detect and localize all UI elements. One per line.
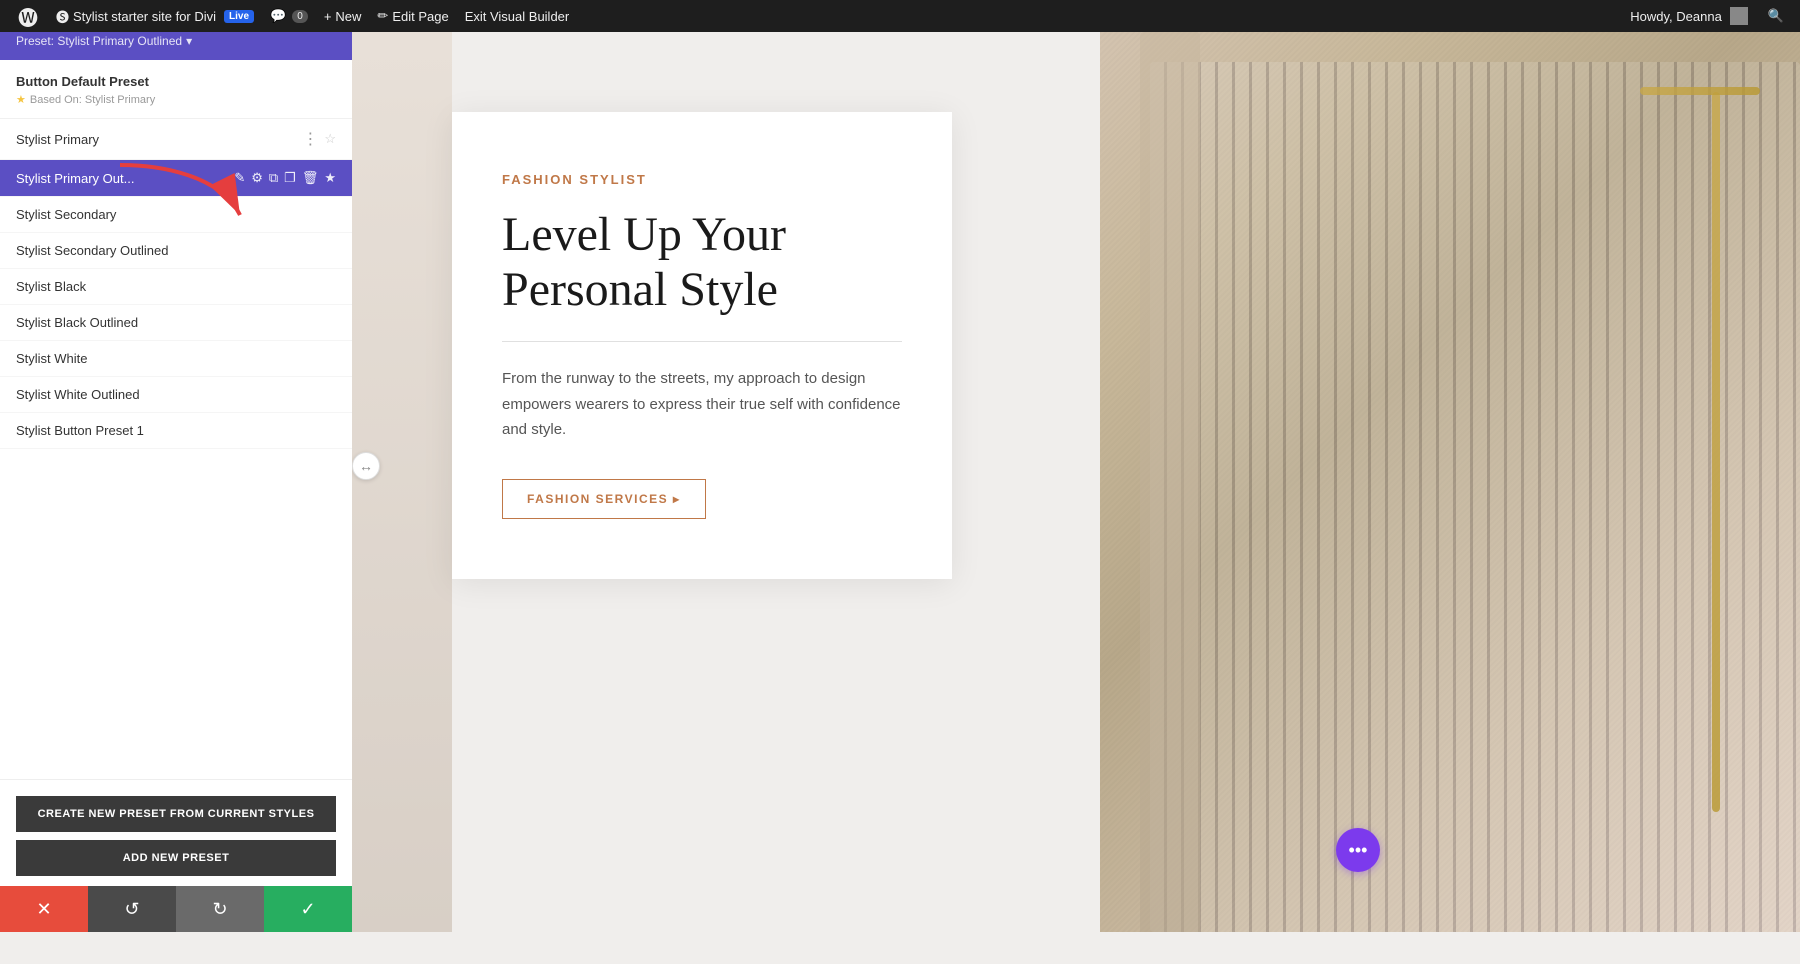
edit-icon[interactable]: ✎: [234, 170, 245, 186]
user-name: Howdy, Deanna: [1630, 9, 1722, 24]
comment-count: 0: [292, 10, 308, 23]
wp-admin-bar: 🅦 🅢 Stylist starter site for Divi Live 💬…: [0, 0, 1800, 32]
floating-action-button[interactable]: •••: [1336, 828, 1380, 872]
plus-icon: +: [324, 9, 332, 24]
dropdown-arrow-icon: ▾: [186, 34, 192, 48]
save-button[interactable]: ✓: [264, 886, 352, 932]
hero-tag: FASHION STYLIST: [502, 172, 902, 187]
hero-title: Level Up Your Personal Style: [502, 207, 902, 317]
bg-image-left: [352, 32, 452, 932]
based-on-label: Based On: Stylist Primary: [30, 94, 155, 106]
default-preset-title: Button Default Preset: [16, 74, 336, 89]
preset-name: Preset: Stylist Primary Outlined: [16, 34, 182, 48]
hero-section: FASHION STYLIST Level Up Your Personal S…: [352, 32, 1800, 932]
preset-item-stylist-secondary-outlined[interactable]: Stylist Secondary Outlined: [0, 233, 352, 269]
wp-bar-right: Howdy, Deanna 🔍: [1622, 0, 1792, 32]
undo-icon: ↺: [124, 899, 139, 920]
star-icon: ★: [16, 93, 26, 106]
copy-icon[interactable]: ❐: [284, 170, 296, 186]
preset-item-label: Stylist Button Preset 1: [16, 423, 336, 438]
preset-item-label: Stylist White: [16, 351, 336, 366]
more-options-icon[interactable]: ⋮: [302, 129, 318, 149]
preset-item-actions: ✎ ⚙ ⧉ ❐ 🗑 ★: [234, 170, 336, 186]
preset-item-label: Stylist Primary Out...: [16, 171, 234, 186]
preset-item-label: Stylist Secondary Outlined: [16, 243, 336, 258]
create-preset-button[interactable]: CREATE NEW PRESET FROM CURRENT STYLES: [16, 796, 336, 832]
wp-icon: 🅦: [18, 2, 38, 31]
default-preset-item[interactable]: Button Default Preset ★ Based On: Stylis…: [0, 60, 352, 119]
preset-item-label: Stylist Black Outlined: [16, 315, 336, 330]
hero-card: FASHION STYLIST Level Up Your Personal S…: [452, 112, 952, 579]
site-name: Stylist starter site for Divi: [73, 9, 216, 24]
exit-builder-label: Exit Visual Builder: [465, 9, 570, 24]
exit-builder-link[interactable]: Exit Visual Builder: [457, 0, 578, 32]
hero-background-image: [1100, 32, 1800, 932]
preset-item-stylist-black[interactable]: Stylist Black: [0, 269, 352, 305]
panel-subtitle[interactable]: Preset: Stylist Primary Outlined ▾: [16, 34, 336, 48]
site-name-link[interactable]: 🅢 Stylist starter site for Divi Live: [48, 0, 262, 32]
preset-item-stylist-white[interactable]: Stylist White: [0, 341, 352, 377]
edit-page-link[interactable]: ✏ Edit Page: [369, 0, 456, 32]
main-content: FASHION STYLIST Level Up Your Personal S…: [352, 32, 1800, 932]
default-preset-sub: ★ Based On: Stylist Primary: [16, 93, 336, 106]
save-icon: ✓: [300, 899, 315, 920]
preset-item-stylist-primary[interactable]: Stylist Primary ⋮ ☆: [0, 119, 352, 160]
preset-item-stylist-secondary[interactable]: Stylist Secondary: [0, 197, 352, 233]
duplicate-icon[interactable]: ⧉: [269, 170, 278, 186]
hero-divider: [502, 341, 902, 342]
hero-text: From the runway to the streets, my appro…: [502, 366, 902, 443]
pencil-icon: ✏: [377, 8, 388, 24]
preset-item-stylist-primary-outlined[interactable]: Stylist Primary Out... ✎ ⚙ ⧉ ❐ 🗑 ★: [0, 160, 352, 197]
bottom-toolbar: ✕ ↺ ↻ ✓: [0, 886, 352, 932]
star-outline-icon[interactable]: ☆: [324, 131, 336, 147]
redo-button[interactable]: ↻: [176, 886, 264, 932]
redo-icon: ↻: [212, 899, 227, 920]
delete-icon[interactable]: 🗑: [302, 170, 319, 186]
star-filled-icon[interactable]: ★: [324, 170, 336, 186]
new-link[interactable]: + New: [316, 0, 370, 32]
settings-icon[interactable]: ⚙: [251, 170, 263, 186]
comments-link[interactable]: 💬 0: [262, 0, 316, 32]
button-settings-panel: Button Settings ⬜ ⊟ ⋮ Preset: Stylist Pr…: [0, 0, 352, 932]
preset-item-stylist-white-outlined[interactable]: Stylist White Outlined: [0, 377, 352, 413]
search-button[interactable]: 🔍: [1760, 0, 1792, 32]
preset-item-label: Stylist Secondary: [16, 207, 336, 222]
panel-resize-handle[interactable]: ↔: [352, 452, 380, 480]
new-label: New: [335, 9, 361, 24]
comment-icon: 💬: [270, 8, 286, 24]
preset-item-label: Stylist White Outlined: [16, 387, 336, 402]
resize-icon: ↔: [359, 458, 373, 474]
undo-button[interactable]: ↺: [88, 886, 176, 932]
site-icon: 🅢: [56, 7, 69, 26]
fashion-services-button[interactable]: FASHION SERVICES ▸: [502, 479, 706, 519]
preset-item-label: Stylist Black: [16, 279, 336, 294]
preset-item-stylist-black-outlined[interactable]: Stylist Black Outlined: [0, 305, 352, 341]
preset-item-stylist-button-preset-1[interactable]: Stylist Button Preset 1: [0, 413, 352, 449]
user-avatar: [1730, 7, 1748, 25]
close-icon: ✕: [36, 899, 51, 920]
edit-page-label: Edit Page: [392, 9, 448, 24]
live-badge: Live: [224, 10, 254, 23]
add-preset-button[interactable]: ADD NEW PRESET: [16, 840, 336, 876]
ellipsis-icon: •••: [1349, 840, 1368, 861]
preset-item-label: Stylist Primary: [16, 132, 302, 147]
close-button[interactable]: ✕: [0, 886, 88, 932]
preset-dropdown: Button Default Preset ★ Based On: Stylis…: [0, 60, 352, 779]
search-icon: 🔍: [1768, 8, 1784, 24]
shirt-pattern-overlay: [1150, 62, 1800, 932]
wp-logo[interactable]: 🅦: [8, 0, 48, 32]
user-greeting[interactable]: Howdy, Deanna: [1622, 0, 1756, 32]
